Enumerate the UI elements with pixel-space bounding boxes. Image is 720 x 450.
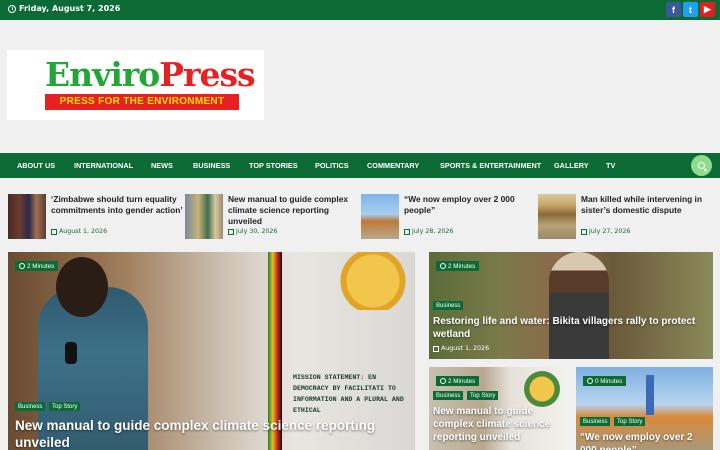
ticker-date-text: July 28, 2026 bbox=[412, 228, 454, 235]
story-date-text: August 1, 2026 bbox=[441, 345, 490, 352]
emblem-logo bbox=[524, 371, 560, 407]
category-tag[interactable]: Business bbox=[580, 417, 611, 426]
story-title[interactable]: New manual to guide complex climate scie… bbox=[433, 405, 563, 444]
clock-icon bbox=[587, 378, 593, 384]
current-date: Friday, August 7, 2026 bbox=[8, 4, 120, 13]
calendar-icon bbox=[51, 228, 57, 235]
category-tag[interactable]: Business bbox=[15, 402, 46, 411]
speaker-head bbox=[56, 257, 108, 317]
category-tag[interactable]: Top Story bbox=[49, 402, 81, 411]
category-tag[interactable]: Top Story bbox=[614, 417, 646, 426]
read-time-text: 2 Minutes bbox=[27, 262, 55, 270]
twitter-icon[interactable]: t bbox=[683, 2, 698, 17]
ticker-title[interactable]: New manual to guide complex climate scie… bbox=[228, 194, 360, 227]
story-date: August 1, 2026 bbox=[433, 345, 489, 352]
calendar-icon bbox=[581, 228, 587, 235]
nav-item-news[interactable]: NEWS bbox=[151, 161, 173, 170]
ticker-date-text: July 30, 2026 bbox=[236, 228, 278, 235]
featured-story-title[interactable]: New manual to guide complex climate scie… bbox=[15, 417, 410, 450]
clock-icon bbox=[440, 263, 446, 269]
clock-icon bbox=[440, 378, 446, 384]
microphone bbox=[65, 342, 77, 364]
ticker-date: July 28, 2026 bbox=[404, 228, 453, 235]
calendar-icon bbox=[433, 345, 439, 352]
ticker-date-text: August 1, 2026 bbox=[59, 228, 108, 235]
search-icon bbox=[698, 162, 705, 169]
social-links: f t ▶ bbox=[666, 2, 715, 17]
nav-item-sports-entertainment[interactable]: SPORTS & ENTERTAINMENT bbox=[440, 161, 541, 170]
tower-structure bbox=[646, 375, 654, 415]
clock-icon bbox=[19, 263, 25, 269]
story-title[interactable]: “We now employ over 2 000 people” bbox=[580, 431, 712, 450]
nav-item-gallery[interactable]: GALLERY bbox=[554, 161, 589, 170]
nav-item-politics[interactable]: POLITICS bbox=[315, 161, 349, 170]
top-bar: Friday, August 7, 2026 f t ▶ bbox=[0, 0, 720, 20]
ticker-date-text: July 27, 2026 bbox=[589, 228, 631, 235]
emblem-logo bbox=[328, 252, 415, 310]
calendar-icon bbox=[404, 228, 410, 235]
nav-item-commentary[interactable]: COMMENTARY bbox=[367, 161, 419, 170]
nav-item-about-us[interactable]: ABOUT US bbox=[17, 161, 55, 170]
category-tag[interactable]: Top Story bbox=[467, 391, 499, 400]
logo-tagline: PRESS FOR THE ENVIRONMENT bbox=[45, 94, 239, 110]
read-time-badge: 0 Minutes bbox=[583, 376, 627, 386]
villager-figure bbox=[549, 252, 609, 359]
featured-story-card[interactable]: MISSION STATEMENT: EN DEMOCRACY BY FACIL… bbox=[8, 252, 415, 450]
mission-statement-banner: MISSION STATEMENT: EN DEMOCRACY BY FACIL… bbox=[293, 374, 404, 414]
category-tag[interactable]: Business bbox=[433, 301, 464, 310]
nav-item-business[interactable]: BUSINESS bbox=[193, 161, 230, 170]
date-text: Friday, August 7, 2026 bbox=[19, 4, 121, 13]
youtube-icon[interactable]: ▶ bbox=[700, 2, 715, 17]
main-nav: ABOUT US INTERNATIONAL NEWS BUSINESS TOP… bbox=[0, 153, 720, 178]
ticker-thumbnail[interactable] bbox=[538, 194, 576, 239]
ticker-title[interactable]: “We now employ over 2 000 people” bbox=[404, 194, 536, 216]
ticker-date: July 27, 2026 bbox=[581, 228, 630, 235]
site-logo[interactable]: EnviroPress PRESS FOR THE ENVIRONMENT bbox=[7, 50, 264, 120]
nav-item-international[interactable]: INTERNATIONAL bbox=[74, 161, 133, 170]
ticker-title[interactable]: Man killed while intervening in sister’s… bbox=[581, 194, 713, 216]
story-card[interactable]: 2 Minutes Business Restoring life and wa… bbox=[429, 252, 713, 359]
ticker-date: August 1, 2026 bbox=[51, 228, 107, 235]
logo-title-enviro: Enviro bbox=[45, 55, 160, 94]
read-time-text: 2 Minutes bbox=[448, 377, 476, 385]
category-tag[interactable]: Business bbox=[433, 391, 464, 400]
story-title[interactable]: Restoring life and water: Bikita village… bbox=[433, 315, 709, 341]
read-time-text: 0 Minutes bbox=[595, 377, 623, 385]
clock-icon bbox=[8, 4, 16, 13]
ticker-thumbnail[interactable] bbox=[8, 194, 46, 239]
ticker-thumbnail[interactable] bbox=[185, 194, 223, 239]
read-time-text: 2 Minutes bbox=[448, 262, 476, 270]
read-time-badge: 2 Minutes bbox=[436, 376, 480, 386]
search-button[interactable] bbox=[691, 155, 712, 176]
read-time-badge: 2 Minutes bbox=[436, 261, 480, 271]
nav-item-tv[interactable]: TV bbox=[606, 161, 615, 170]
ticker-title[interactable]: ‘Zimbabwe should turn equality commitmen… bbox=[51, 194, 183, 216]
calendar-icon bbox=[228, 228, 234, 235]
logo-title-press: Press bbox=[159, 55, 255, 94]
ticker-thumbnail[interactable] bbox=[361, 194, 399, 239]
facebook-icon[interactable]: f bbox=[666, 2, 681, 17]
story-card[interactable]: 2 Minutes Business Top Story New manual … bbox=[429, 367, 565, 450]
ticker-date: July 30, 2026 bbox=[228, 228, 277, 235]
nav-item-top-stories[interactable]: TOP STORIES bbox=[249, 161, 298, 170]
story-card[interactable]: 0 Minutes Business Top Story “We now emp… bbox=[576, 367, 713, 450]
read-time-badge: 2 Minutes bbox=[15, 261, 59, 271]
logo-title: EnviroPress bbox=[45, 55, 256, 94]
